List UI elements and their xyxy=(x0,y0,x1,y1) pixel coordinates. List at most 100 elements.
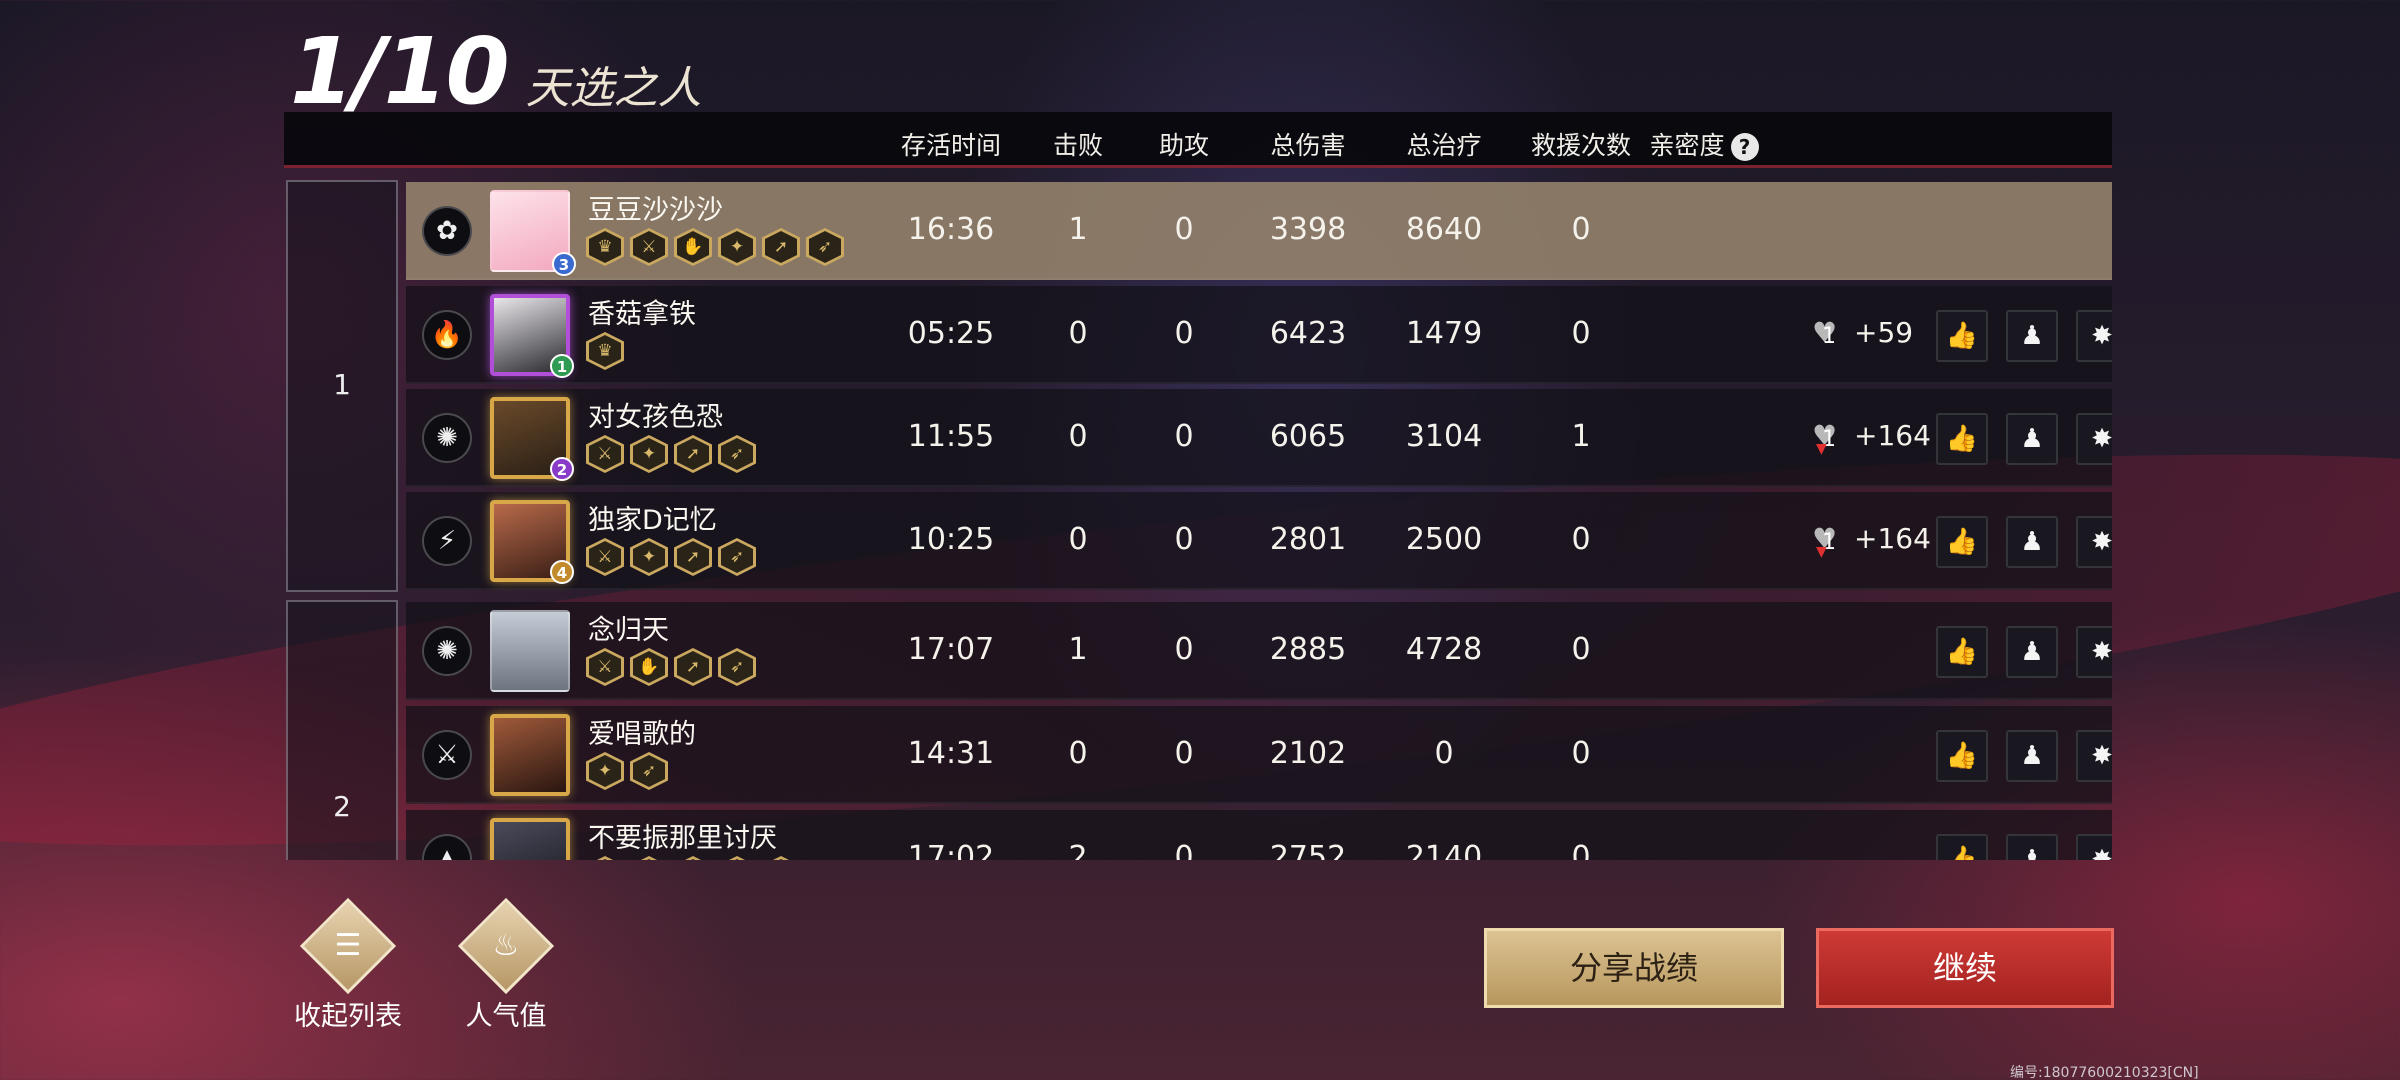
team-group-1: 1 xyxy=(286,180,398,592)
damage: 2102 xyxy=(1269,736,1347,771)
avatar[interactable]: 1 xyxy=(490,294,574,378)
hand-badge-icon: ✋ xyxy=(674,228,712,266)
flame-badge-icon: ✦ xyxy=(586,752,624,790)
gift-button[interactable]: ✸ xyxy=(2076,626,2112,678)
collapse-list-button[interactable]: ☰ 收起列表 xyxy=(288,897,408,1033)
popularity-button[interactable]: ♨ 人气值 xyxy=(446,897,566,1033)
damage: 2801 xyxy=(1269,522,1347,557)
player-name: 对女孩色恐 xyxy=(588,402,723,433)
assists: 0 xyxy=(1174,736,1194,771)
add-friend-button[interactable]: ♟ xyxy=(2006,730,2058,782)
achievement-badges: ⚔ ✦ ➚ ➶ xyxy=(586,435,756,473)
hand-badge-icon: ✋ xyxy=(630,648,668,686)
row-actions: 👍 ♟ ✸ ▲ xyxy=(1936,730,2112,782)
rescues: 0 xyxy=(1571,632,1591,667)
rank-subtitle: 天选之人 xyxy=(525,63,702,114)
avatar[interactable] xyxy=(490,714,570,796)
row-actions: 👍 ♟ ✸ ▲ xyxy=(1936,310,2112,362)
share-results-button[interactable]: 分享战绩 xyxy=(1484,928,1784,1008)
avatar[interactable] xyxy=(490,610,570,692)
rescues: 0 xyxy=(1571,736,1591,771)
player-list[interactable]: 1 2 ✿ 3 豆豆沙沙沙 ♛ ⚔ ✋ ✦ ➚ ➶ 16:36 1 0 3398… xyxy=(284,178,2112,860)
flame-icon: ♨ xyxy=(492,928,520,963)
like-button[interactable]: 👍 xyxy=(1936,626,1988,678)
gift-button[interactable]: ✸ xyxy=(2076,834,2112,860)
boot-badge-icon: ➶ xyxy=(630,752,668,790)
row-actions: 👍 ♟ ✸ ▲ xyxy=(1936,413,2112,465)
add-friend-button[interactable]: ♟ xyxy=(2006,516,2058,568)
summoner-icon: ✺ xyxy=(422,413,472,463)
continue-button[interactable]: 继续 xyxy=(1816,928,2114,1008)
damage: 2752 xyxy=(1269,840,1347,860)
gift-button[interactable]: ✸ xyxy=(2076,730,2112,782)
player-name: 独家D记忆 xyxy=(588,505,717,536)
survival-time: 14:31 xyxy=(907,736,995,771)
assists: 0 xyxy=(1174,316,1194,351)
crossbow-icon: ⚔ xyxy=(422,730,472,780)
add-friend-button[interactable]: ♟ xyxy=(2006,626,2058,678)
sword-badge-icon: ⚔ xyxy=(586,538,624,576)
avatar[interactable]: 4 xyxy=(490,500,574,584)
row-actions: 👍 ♟ ✸ ▲ xyxy=(1936,834,2112,860)
like-button[interactable]: 👍 xyxy=(1936,310,1988,362)
healing: 4728 xyxy=(1405,632,1483,667)
damage: 6065 xyxy=(1269,419,1347,454)
assists: 0 xyxy=(1174,840,1194,860)
player-row[interactable]: ✺ 2 对女孩色恐 ⚔ ✦ ➚ ➶ 11:55 0 0 6065 3104 1 … xyxy=(406,389,2112,487)
player-name: 豆豆沙沙沙 xyxy=(588,195,723,226)
gift-button[interactable]: ✸ xyxy=(2076,516,2112,568)
sword-badge-icon: ⚔ xyxy=(586,648,624,686)
healing: 0 xyxy=(1434,736,1454,771)
avatar[interactable]: 3 xyxy=(490,190,576,276)
survival-time: 17:02 xyxy=(907,840,995,860)
healing: 3104 xyxy=(1405,419,1483,454)
like-button[interactable]: 👍 xyxy=(1936,413,1988,465)
avatar[interactable]: 2 xyxy=(490,397,574,481)
player-name: 念归天 xyxy=(588,615,669,646)
flame-badge-icon: ✦ xyxy=(630,538,668,576)
assists: 0 xyxy=(1174,632,1194,667)
achievement-badges: ♛ xyxy=(586,332,624,370)
add-friend-button[interactable]: ♟ xyxy=(2006,310,2058,362)
player-name: 爱唱歌的 xyxy=(588,719,696,750)
like-button[interactable]: 👍 xyxy=(1936,834,1988,860)
flame-badge-icon: ✦ xyxy=(630,435,668,473)
row-actions: 👍 ♟ ✸ ▲ xyxy=(1936,626,2112,678)
add-friend-button[interactable]: ♟ xyxy=(2006,834,2058,860)
heart-icon: ♥ 1 ▼ xyxy=(1812,522,1838,560)
team-number: 2 xyxy=(333,790,351,823)
rescues: 1 xyxy=(1571,419,1591,454)
gift-button[interactable]: ✸ xyxy=(2076,310,2112,362)
flame-badge-icon: ✦ xyxy=(718,856,756,860)
level-badge: 2 xyxy=(550,457,574,481)
crown-badge-icon: ♛ xyxy=(586,228,624,266)
like-button[interactable]: 👍 xyxy=(1936,516,1988,568)
help-icon[interactable]: ? xyxy=(1730,133,1759,161)
rescues: 0 xyxy=(1571,212,1591,247)
survival-time: 16:36 xyxy=(907,212,995,247)
col-assists: 助攻 xyxy=(1158,131,1209,160)
level-badge: 3 xyxy=(552,252,576,276)
row-actions: 👍 ♟ ✸ ▲ xyxy=(1936,516,2112,568)
achievement-badges: ♛ ⚔ ✋ ✦ ➚ ➶ xyxy=(586,228,844,266)
col-damage: 总伤害 xyxy=(1270,131,1346,160)
col-survival-time: 存活时间 xyxy=(900,131,1001,160)
player-row[interactable]: ▲ 不要振那里讨厌 ♛ ⚔ ✋ ✦ ➶ 17:02 2 0 2752 2140 … xyxy=(406,810,2112,860)
avatar[interactable] xyxy=(490,818,570,860)
player-row[interactable]: ⚡ 4 独家D记忆 ⚔ ✦ ➚ ➶ 10:25 0 0 2801 2500 0 … xyxy=(406,492,2112,590)
player-row[interactable]: ✺ 念归天 ⚔ ✋ ➚ ➶ 17:07 1 0 2885 4728 0 👍 ♟ … xyxy=(406,602,2112,700)
add-friend-button[interactable]: ♟ xyxy=(2006,413,2058,465)
runner-badge-icon: ➚ xyxy=(762,228,800,266)
player-row[interactable]: ⚔ 爱唱歌的 ✦ ➶ 14:31 0 0 2102 0 0 👍 ♟ ✸ ▲ xyxy=(406,706,2112,804)
player-row-self[interactable]: ✿ 3 豆豆沙沙沙 ♛ ⚔ ✋ ✦ ➚ ➶ 16:36 1 0 3398 864… xyxy=(406,182,2112,280)
like-button[interactable]: 👍 xyxy=(1936,730,1988,782)
achievement-badges: ⚔ ✋ ➚ ➶ xyxy=(586,648,756,686)
player-row[interactable]: 🔥 1 香菇拿铁 ♛ 05:25 0 0 6423 1479 0 ♥ 1 +59 … xyxy=(406,286,2112,384)
fire-icon: 🔥 xyxy=(422,310,472,360)
list-icon: ☰ xyxy=(334,928,362,963)
assists: 0 xyxy=(1174,522,1194,557)
survival-time: 05:25 xyxy=(907,316,995,351)
gift-button[interactable]: ✸ xyxy=(2076,413,2112,465)
rescues: 0 xyxy=(1571,522,1591,557)
healing: 2140 xyxy=(1405,840,1483,860)
